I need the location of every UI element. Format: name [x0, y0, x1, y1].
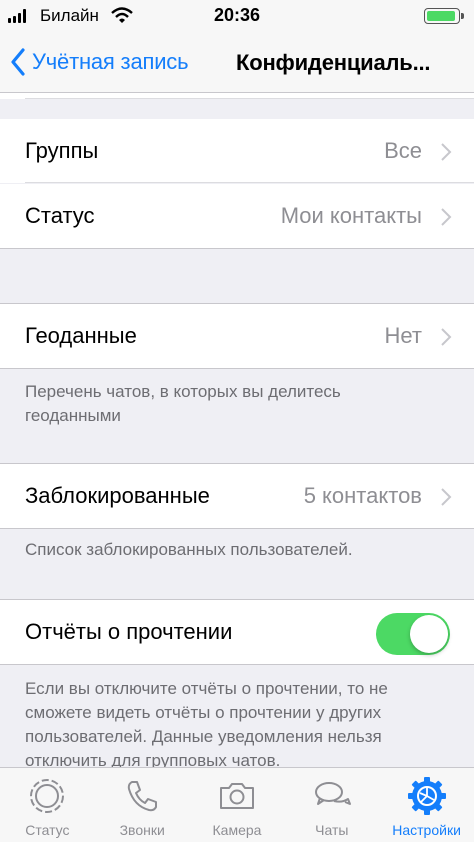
read-receipts-toggle[interactable] [376, 613, 450, 655]
status-icon [30, 779, 65, 813]
status-row[interactable]: Статус Мои контакты [0, 184, 474, 249]
tab-camera[interactable]: Камера [190, 768, 285, 842]
battery-icon [424, 8, 464, 24]
chats-icon [314, 782, 351, 805]
chevron-right-icon [441, 488, 452, 506]
tab-status-label: Статус [25, 822, 70, 838]
groups-row[interactable]: Группы Все [0, 119, 474, 183]
tab-settings[interactable]: Настройки [379, 768, 474, 842]
list-item-partial [0, 93, 474, 99]
battery-level-fill [427, 11, 455, 21]
location-label: Геоданные [25, 323, 137, 348]
read-receipts-row: Отчёты о прочтении [0, 599, 474, 665]
status-time: 20:36 [213, 5, 261, 25]
chevron-right-icon [441, 328, 452, 346]
tab-settings-label: Настройки [392, 822, 461, 838]
blocked-label: Заблокированные [25, 483, 210, 508]
back-button-label: Учётная запись [32, 49, 189, 74]
location-value: Нет [384, 323, 422, 348]
tab-calls[interactable]: Звонки [95, 768, 190, 842]
status-label: Статус [25, 203, 95, 228]
camera-icon [219, 783, 254, 809]
tab-calls-label: Звонки [119, 822, 165, 838]
settings-list: Группы Все Статус Мои контакты Геоданные… [0, 93, 474, 767]
toggle-knob [410, 615, 448, 653]
read-receipts-footer-note: Если вы отключите отчёты о прочтении, то… [25, 679, 388, 767]
chevron-left-icon [11, 48, 25, 76]
tab-chats-label: Чаты [315, 822, 349, 838]
navigation-bar: Учётная запись Конфиденциаль... [0, 34, 474, 93]
settings-gear-icon [407, 777, 446, 815]
chevron-right-icon [441, 143, 452, 161]
tab-camera-label: Камера [212, 822, 262, 838]
status-value: Мои контакты [280, 203, 422, 228]
tab-status[interactable]: Статус [0, 768, 95, 842]
chevron-right-icon [441, 208, 452, 226]
blocked-value: 5 контактов [303, 483, 422, 508]
page-title: Конфиденциаль... [236, 50, 431, 75]
back-button[interactable]: Учётная запись [10, 46, 189, 78]
tab-bar: Статус Звонки Камера Чаты Настройки [0, 767, 474, 842]
location-row[interactable]: Геоданные Нет [0, 303, 474, 369]
groups-label: Группы [25, 138, 99, 163]
blocked-row[interactable]: Заблокированные 5 контактов [0, 463, 474, 529]
status-bar: Билайн 20:36 [0, 0, 474, 34]
tab-chats[interactable]: Чаты [284, 768, 379, 842]
phone-icon [128, 781, 158, 812]
groups-value: Все [384, 138, 422, 163]
location-footer-note: Перечень чатов, в которых вы делитесь ге… [25, 382, 341, 425]
blocked-footer-note: Список заблокированных пользователей. [25, 540, 353, 559]
read-receipts-label: Отчёты о прочтении [25, 619, 233, 644]
